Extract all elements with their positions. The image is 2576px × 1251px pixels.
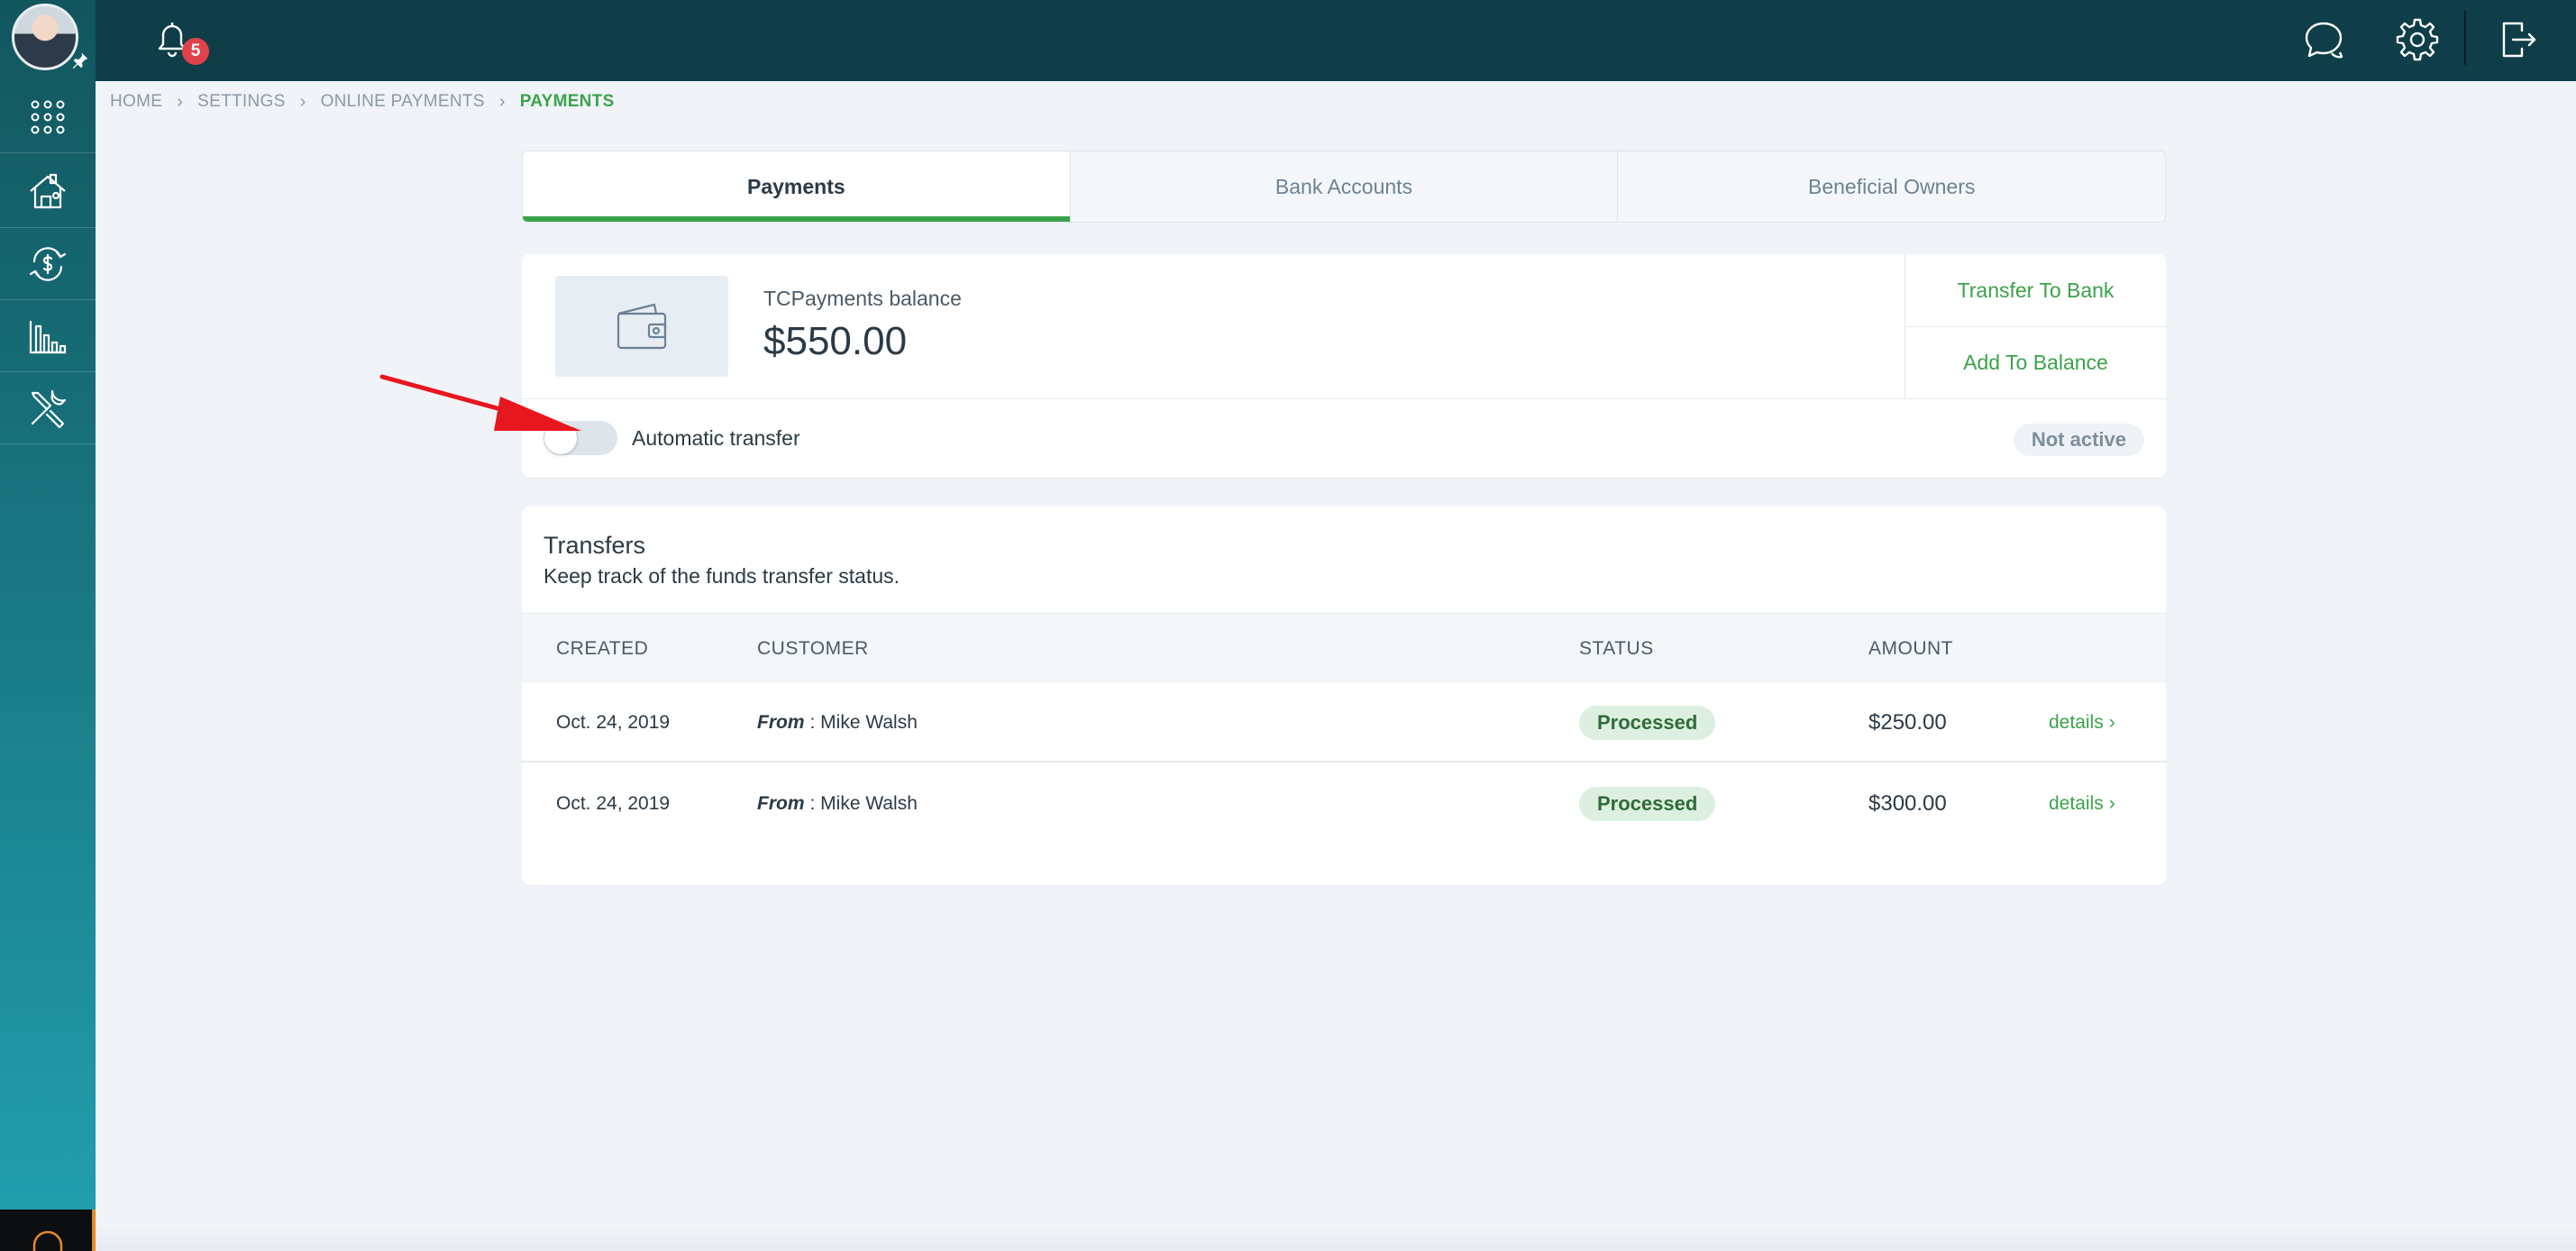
customer-cell: From : Mike Walsh: [757, 764, 918, 844]
automatic-transfer-label: Automatic transfer: [632, 426, 800, 450]
add-to-balance-button[interactable]: Add To Balance: [1905, 326, 2166, 398]
breadcrumb-online-payments[interactable]: ONLINE PAYMENTS: [321, 92, 485, 112]
sidebar-item-reports[interactable]: [0, 300, 96, 372]
details-link[interactable]: details ›: [2049, 683, 2115, 762]
apps-grid-icon: [31, 100, 65, 133]
chat-icon[interactable]: [2300, 16, 2347, 63]
bottom-fade: [96, 1226, 2576, 1251]
transfers-subtitle: Keep track of the funds transfer status.: [544, 564, 900, 588]
headset-icon: [32, 1230, 63, 1251]
status-cell: Processed: [1579, 683, 1716, 762]
sidebar-item-payments[interactable]: [0, 228, 96, 300]
breadcrumb: HOME › SETTINGS › ONLINE PAYMENTS › PAYM…: [110, 90, 615, 114]
customer-cell: From : Mike Walsh: [757, 683, 918, 762]
created-cell: Oct. 24, 2019: [556, 712, 671, 733]
breadcrumb-settings[interactable]: SETTINGS: [197, 92, 285, 112]
notification-badge: 5: [182, 38, 209, 65]
gear-icon[interactable]: [2394, 16, 2441, 63]
column-customer: CUSTOMER: [757, 638, 869, 659]
tab-bank-accounts[interactable]: Bank Accounts: [1071, 151, 1619, 222]
pin-icon[interactable]: [70, 50, 90, 70]
details-label: details: [2049, 712, 2104, 733]
details-label: details: [2049, 793, 2104, 814]
column-status: STATUS: [1579, 638, 1654, 659]
chevron-right-icon: ›: [2108, 712, 2115, 733]
balance-actions: Transfer To Bank Add To Balance: [1905, 254, 2166, 398]
chevron-right-icon: ›: [2108, 793, 2115, 814]
home-settings-icon: [30, 173, 66, 208]
money-exchange-icon: [29, 246, 67, 281]
customer-name: : Mike Walsh: [809, 712, 918, 733]
transfer-to-bank-button[interactable]: Transfer To Bank: [1905, 254, 2166, 326]
details-link[interactable]: details ›: [2049, 764, 2115, 844]
wallet-icon: [617, 303, 667, 350]
table-row: Oct. 24, 2019 From : Mike Walsh Processe…: [522, 683, 2166, 762]
wallet-thumbnail: [555, 276, 728, 377]
table-row: Oct. 24, 2019 From : Mike Walsh Processe…: [522, 764, 2166, 844]
balance-card: TCPayments balance $550.00 Transfer To B…: [522, 254, 2166, 478]
amount-cell: $300.00: [1868, 791, 1947, 816]
transfers-card: Transfers Keep track of the funds transf…: [522, 507, 2166, 885]
chevron-right-icon: ›: [299, 91, 306, 112]
status-cell: Processed: [1579, 764, 1716, 844]
tab-beneficial-owners[interactable]: Beneficial Owners: [1618, 151, 2165, 222]
customer-name: : Mike Walsh: [809, 793, 918, 814]
transfers-table-header: CREATED CUSTOMER STATUS AMOUNT: [522, 613, 2166, 683]
from-label: From: [757, 712, 805, 733]
status-badge: Processed: [1579, 706, 1716, 740]
sidebar-item-apps[interactable]: [0, 81, 96, 153]
chevron-right-icon: ›: [177, 91, 184, 112]
breadcrumb-payments: PAYMENTS: [519, 92, 615, 111]
balance-divider: [522, 398, 2166, 399]
transfers-title: Transfers: [544, 532, 646, 559]
amount-cell: $250.00: [1868, 710, 1947, 735]
chevron-right-icon: ›: [498, 91, 506, 112]
logout-icon[interactable]: [2495, 16, 2542, 63]
from-label: From: [757, 793, 805, 814]
sidebar-item-home[interactable]: [0, 156, 96, 228]
topbar-divider: [2464, 11, 2466, 65]
column-amount: AMOUNT: [1868, 638, 1953, 659]
balance-value: $550.00: [763, 319, 908, 363]
sidebar: [0, 0, 96, 1251]
tools-icon: [31, 389, 67, 428]
avatar[interactable]: [12, 4, 78, 70]
top-bar: 5: [96, 0, 2576, 81]
created-cell: Oct. 24, 2019: [556, 793, 671, 814]
annotation-arrow: [379, 374, 581, 431]
tab-payments[interactable]: Payments: [523, 151, 1071, 222]
support-button[interactable]: [0, 1210, 96, 1251]
bar-chart-icon: [29, 320, 67, 353]
sidebar-item-settings-tools[interactable]: [0, 372, 96, 444]
status-badge: Processed: [1579, 787, 1716, 821]
column-created: CREATED: [556, 638, 649, 659]
balance-label: TCPayments balance: [763, 287, 962, 310]
status-badge: Not active: [2013, 424, 2144, 456]
breadcrumb-home[interactable]: HOME: [110, 92, 162, 112]
payments-tabs: Payments Bank Accounts Beneficial Owners: [522, 151, 2166, 223]
